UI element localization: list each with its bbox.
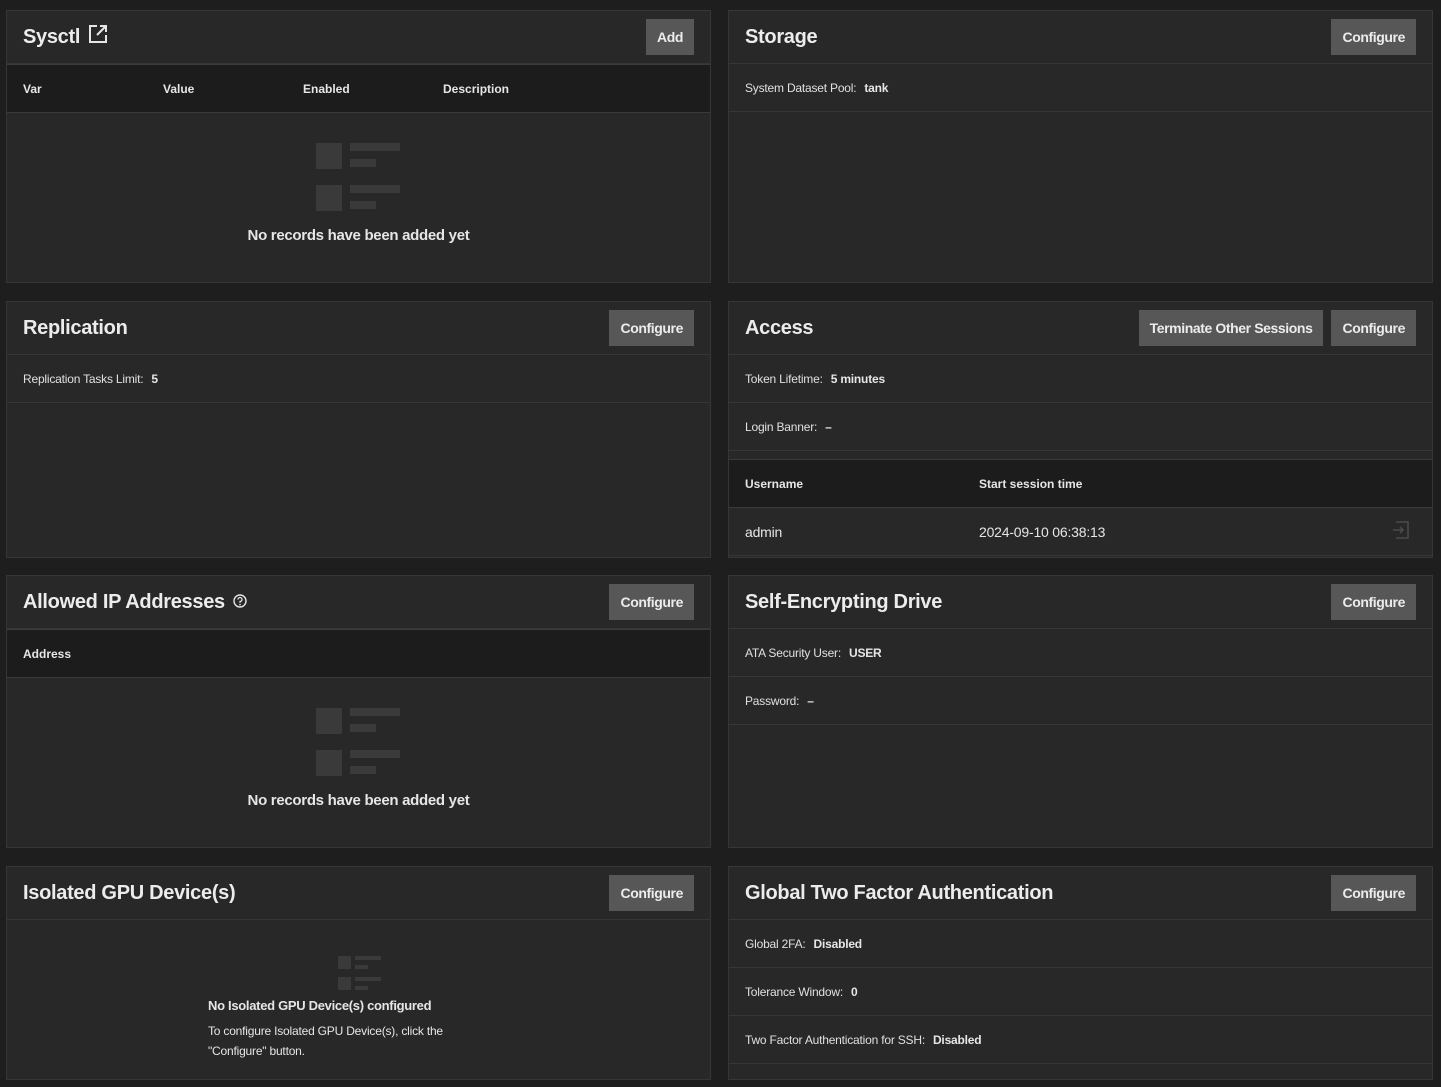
label: Token Lifetime:: [745, 371, 823, 386]
column-value[interactable]: Value: [147, 82, 287, 96]
configure-button[interactable]: Configure: [1331, 875, 1416, 911]
value: 5: [151, 371, 158, 386]
terminate-sessions-button[interactable]: Terminate Other Sessions: [1138, 310, 1324, 346]
column-username[interactable]: Username: [729, 477, 963, 491]
label: Login Banner:: [745, 419, 818, 434]
sed-card: Self-Encrypting Drive Configure ATA Secu…: [728, 575, 1433, 848]
storage-title: Storage: [745, 25, 818, 48]
table-header: Address: [7, 629, 710, 678]
replication-title: Replication: [23, 316, 128, 339]
system-dataset-pool-row: System Dataset Pool: tank: [729, 64, 1432, 112]
empty-description: To configure Isolated GPU Device(s), cli…: [208, 1024, 443, 1058]
sed-title: Self-Encrypting Drive: [745, 590, 943, 613]
column-start-time[interactable]: Start session time: [963, 477, 1082, 491]
empty-title: No Isolated GPU Device(s) configured: [208, 998, 432, 1013]
label: Two Factor Authentication for SSH:: [745, 1032, 925, 1047]
label: Global 2FA:: [745, 936, 806, 951]
configure-button[interactable]: Configure: [609, 310, 694, 346]
global-2fa-row: Global 2FA: Disabled: [729, 920, 1432, 968]
password-row: Password: –: [729, 677, 1432, 725]
label: ATA Security User:: [745, 645, 841, 660]
storage-card: Storage Configure System Dataset Pool: ta…: [728, 10, 1433, 283]
username: admin: [745, 523, 783, 540]
empty-message: No records have been added yet: [247, 227, 470, 244]
label: Replication Tasks Limit:: [23, 371, 144, 386]
twofa-card: Global Two Factor Authentication Configu…: [728, 866, 1433, 1080]
value: 0: [850, 984, 858, 999]
value: USER: [848, 645, 882, 660]
column-enabled[interactable]: Enabled: [287, 82, 427, 96]
value: Disabled: [813, 936, 863, 951]
sysctl-title: Sysctl: [23, 25, 81, 48]
replication-limit-row: Replication Tasks Limit: 5: [7, 355, 710, 403]
allowed-ip-title: Allowed IP Addresses: [23, 590, 225, 613]
gpu-title: Isolated GPU Device(s): [23, 881, 236, 904]
sysctl-card: Sysctl Add Var Value Enabled Description…: [6, 10, 711, 283]
sessions-header: Username Start session time: [729, 459, 1432, 508]
empty-message: No records have been added yet: [247, 792, 470, 809]
access-title: Access: [745, 316, 814, 339]
allowed-ip-card: Allowed IP Addresses Configure Address N…: [6, 575, 711, 848]
twofa-title: Global Two Factor Authentication: [745, 881, 1054, 904]
column-address[interactable]: Address: [7, 647, 71, 661]
start-time: 2024-09-10 06:38:13: [979, 523, 1106, 540]
ssh-2fa-row: Two Factor Authentication for SSH: Disabl…: [729, 1016, 1432, 1064]
configure-button[interactable]: Configure: [1331, 310, 1416, 346]
logout-icon[interactable]: [1392, 521, 1410, 542]
value: –: [825, 419, 832, 434]
empty-list-icon: [338, 956, 382, 990]
label: Tolerance Window:: [745, 984, 843, 999]
empty-list-icon: [315, 143, 402, 211]
configure-button[interactable]: Configure: [609, 875, 694, 911]
empty-state: No records have been added yet: [7, 708, 710, 809]
help-icon[interactable]: [233, 591, 247, 614]
value: tank: [864, 80, 889, 95]
tolerance-window-row: Tolerance Window: 0: [729, 968, 1432, 1016]
open-in-new-icon[interactable]: [88, 24, 108, 50]
empty-list-icon: [315, 708, 402, 776]
empty-state: No records have been added yet: [7, 143, 710, 244]
value: –: [807, 693, 814, 708]
token-lifetime-row: Token Lifetime: 5 minutes: [729, 355, 1432, 403]
value: 5 minutes: [830, 371, 885, 386]
label: System Dataset Pool:: [745, 80, 857, 95]
login-banner-row: Login Banner: –: [729, 403, 1432, 451]
ata-user-row: ATA Security User: USER: [729, 629, 1432, 677]
session-row: admin 2024-09-10 06:38:13: [729, 508, 1432, 556]
replication-card: Replication Configure Replication Tasks …: [6, 301, 711, 558]
column-var[interactable]: Var: [7, 82, 147, 96]
value: Disabled: [932, 1032, 982, 1047]
configure-button[interactable]: Configure: [609, 584, 694, 620]
empty-state: No Isolated GPU Device(s) configured To …: [208, 956, 710, 1061]
access-card: Access Terminate Other Sessions Configure…: [728, 301, 1433, 558]
add-button[interactable]: Add: [645, 19, 694, 55]
configure-button[interactable]: Configure: [1331, 19, 1416, 55]
gpu-card: Isolated GPU Device(s) Configure No Isol…: [6, 866, 711, 1080]
configure-button[interactable]: Configure: [1331, 584, 1416, 620]
table-header: Var Value Enabled Description: [7, 64, 710, 113]
label: Password:: [745, 693, 800, 708]
column-description[interactable]: Description: [427, 82, 509, 96]
